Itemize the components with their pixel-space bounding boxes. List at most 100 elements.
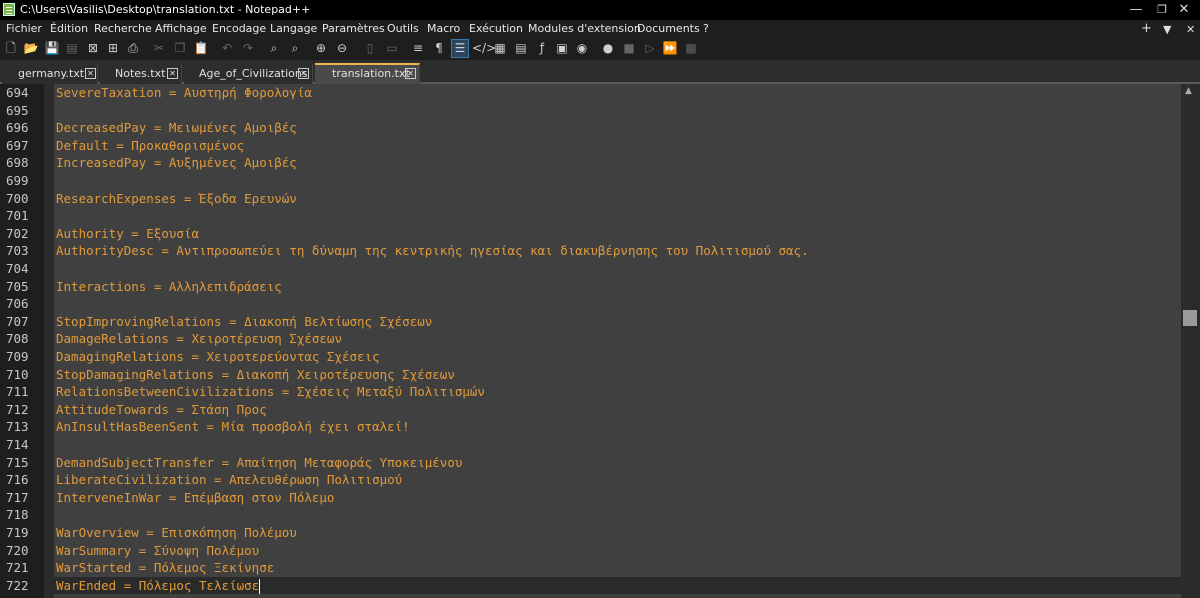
code-line[interactable]: WarStarted = Πόλεμος Ξεκίνησε	[56, 560, 274, 575]
menu-affichage[interactable]: Affichage	[155, 22, 207, 35]
cut-icon[interactable]: ✂	[151, 40, 167, 57]
record-macro-icon[interactable]: ●	[600, 40, 616, 57]
find-icon[interactable]: ⌕	[266, 40, 282, 57]
line-number: 721	[6, 560, 29, 576]
word-wrap-icon[interactable]: ≡	[410, 40, 426, 57]
close-document-icon[interactable]: ✕	[1186, 23, 1195, 36]
code-line[interactable]: WarEnded = Πόλεμος Τελείωσε	[56, 578, 259, 593]
code-line[interactable]: LiberateCivilization = Απελευθέρωση Πολι…	[56, 472, 402, 487]
menu-encodage[interactable]: Encodage	[212, 22, 266, 35]
line-number: 705	[6, 278, 29, 294]
code-line[interactable]: RelationsBetweenCivilizations = Σχέσεις …	[56, 384, 485, 399]
line-number: 695	[6, 102, 29, 118]
zoom-in-icon[interactable]: ⊕	[313, 40, 329, 57]
document-map-icon[interactable]: ▦	[492, 40, 508, 57]
close-button[interactable]: ✕	[1168, 0, 1200, 20]
line-number: 706	[6, 296, 29, 312]
document-list-icon[interactable]: ▤	[513, 40, 529, 57]
menu-execution[interactable]: Exécution	[469, 22, 523, 35]
folder-workspace-icon[interactable]: ▣	[554, 40, 570, 57]
menu-recherche[interactable]: Recherche	[94, 22, 152, 35]
code-line[interactable]: DamageRelations = Χειροτέρευση Σχέσεων	[56, 331, 342, 346]
tab-germany[interactable]: germany.txt ✕	[2, 64, 98, 84]
save-all-icon[interactable]: ▤	[64, 40, 80, 57]
code-line[interactable]: StopDamagingRelations = Διακοπή Χειροτέρ…	[56, 367, 455, 382]
menu-langage[interactable]: Langage	[270, 22, 317, 35]
code-line[interactable]: AnInsultHasBeenSent = Μία προσβολή έχει …	[56, 419, 410, 434]
menu-fichier[interactable]: Fichier	[6, 22, 42, 35]
tab-translation[interactable]: translation.txt ✕	[315, 63, 420, 84]
replace-icon[interactable]: ⌕	[287, 40, 303, 57]
code-line[interactable]: WarOverview = Επισκόπηση Πολέμου	[56, 525, 297, 540]
menu-documents[interactable]: Documents	[637, 22, 700, 35]
menu-parametres[interactable]: Paramètres	[322, 22, 385, 35]
title-bar: C:\Users\Vasilis\Desktop\translation.txt…	[0, 0, 1200, 20]
code-line[interactable]: AttitudeTowards = Στάση Προς	[56, 402, 267, 417]
tab-close-icon[interactable]: ✕	[167, 68, 178, 79]
code-line[interactable]: WarSummary = Σύνοψη Πολέμου	[56, 543, 259, 558]
code-line[interactable]: InterveneInWar = Επέμβαση στον Πόλεμο	[56, 490, 334, 505]
save-macro-icon[interactable]: ▩	[683, 40, 699, 57]
code-line[interactable]: DemandSubjectTransfer = Απαίτηση Μεταφορ…	[56, 455, 462, 470]
scroll-up-icon[interactable]: ▲	[1185, 86, 1192, 96]
tab-close-icon[interactable]: ✕	[85, 68, 96, 79]
tab-list-chevron-down-icon[interactable]: ▼	[1163, 23, 1171, 36]
print-icon[interactable]: ⎙	[125, 40, 141, 57]
play-macro-icon[interactable]: ▷	[642, 40, 658, 57]
undo-icon[interactable]: ↶	[219, 40, 235, 57]
menu-macro[interactable]: Macro	[427, 22, 460, 35]
code-line[interactable]: IncreasedPay = Αυξημένες Αμοιβές	[56, 155, 297, 170]
show-all-chars-icon[interactable]: ¶	[431, 40, 447, 57]
code-line[interactable]: DamagingRelations = Χειροτερεύοντας Σχέσ…	[56, 349, 380, 364]
tab-bar: germany.txt ✕ Notes.txt ✕ Age_of_Civiliz…	[0, 60, 1200, 84]
save-icon[interactable]: 💾	[44, 40, 60, 57]
text-area[interactable]: SevereTaxation = Αυστηρή Φορολογία Decrea…	[54, 84, 1181, 598]
zoom-out-icon[interactable]: ⊖	[334, 40, 350, 57]
tab-close-icon[interactable]: ✕	[405, 68, 416, 79]
stop-record-icon[interactable]: ■	[621, 40, 637, 57]
code-line[interactable]: ResearchExpenses = Έξοδα Ερευνών	[56, 191, 297, 206]
tab-close-icon[interactable]: ✕	[298, 68, 309, 79]
line-number: 719	[6, 525, 29, 540]
menu-help[interactable]: ?	[703, 22, 709, 35]
open-file-icon[interactable]: 📂	[23, 40, 39, 57]
code-line[interactable]: Interactions = Αλληλεπιδράσεις	[56, 279, 282, 294]
xml-tag-icon[interactable]: </>	[472, 40, 496, 57]
new-tab-plus-icon[interactable]: +	[1141, 21, 1152, 36]
line-number: 702	[6, 225, 29, 241]
code-line[interactable]: StopImprovingRelations = Διακοπή Βελτίωσ…	[56, 314, 432, 329]
line-number: 711	[6, 384, 29, 400]
menu-modules[interactable]: Modules d'extension	[528, 22, 641, 35]
line-number: 694	[6, 85, 29, 100]
line-number: 713	[6, 419, 29, 435]
window-title: C:\Users\Vasilis\Desktop\translation.txt…	[20, 3, 311, 16]
menu-edition[interactable]: Édition	[50, 22, 88, 35]
vertical-scrollbar[interactable]: ▲	[1181, 84, 1200, 598]
code-line[interactable]: DecreasedPay = Μειωμένες Αμοιβές	[56, 120, 297, 135]
redo-icon[interactable]: ↷	[240, 40, 256, 57]
line-number: 720	[6, 542, 29, 558]
code-line[interactable]: Default = Προκαθορισμένος	[56, 138, 244, 153]
sync-vertical-icon[interactable]: ▯	[362, 40, 378, 57]
tab-notes[interactable]: Notes.txt ✕	[100, 64, 182, 84]
line-number: 717	[6, 489, 29, 505]
copy-icon[interactable]: ❐	[172, 40, 188, 57]
minimize-button[interactable]: —	[1120, 0, 1152, 20]
menu-outils[interactable]: Outils	[387, 22, 419, 35]
tab-label: Age_of_Civilizations	[199, 67, 308, 80]
play-multiple-icon[interactable]: ⏩	[662, 40, 678, 57]
scrollbar-thumb[interactable]	[1183, 310, 1197, 326]
paste-icon[interactable]: 📋	[193, 40, 209, 57]
close-icon[interactable]: ⊠	[85, 40, 101, 57]
code-line[interactable]: AuthorityDesc = Αντιπροσωπεύει τη δύναμη…	[56, 243, 809, 258]
function-list-icon[interactable]: ƒ	[534, 40, 550, 57]
sync-horizontal-icon[interactable]: ▭	[384, 40, 400, 57]
indent-guide-icon[interactable]: ☰	[451, 39, 469, 58]
code-line[interactable]: Authority = Εξουσία	[56, 226, 199, 241]
new-file-icon[interactable]: 🗋	[3, 40, 19, 57]
close-all-icon[interactable]: ⊞	[105, 40, 121, 57]
monitoring-icon[interactable]: ◉	[574, 40, 590, 57]
code-line[interactable]: SevereTaxation = Αυστηρή Φορολογία	[56, 85, 312, 100]
line-number-gutter: 694 695 696 697 698 699 700 701 702 703 704 705 706 7…	[0, 84, 44, 598]
tab-age-of-civilizations[interactable]: Age_of_Civilizations ✕	[184, 64, 313, 84]
